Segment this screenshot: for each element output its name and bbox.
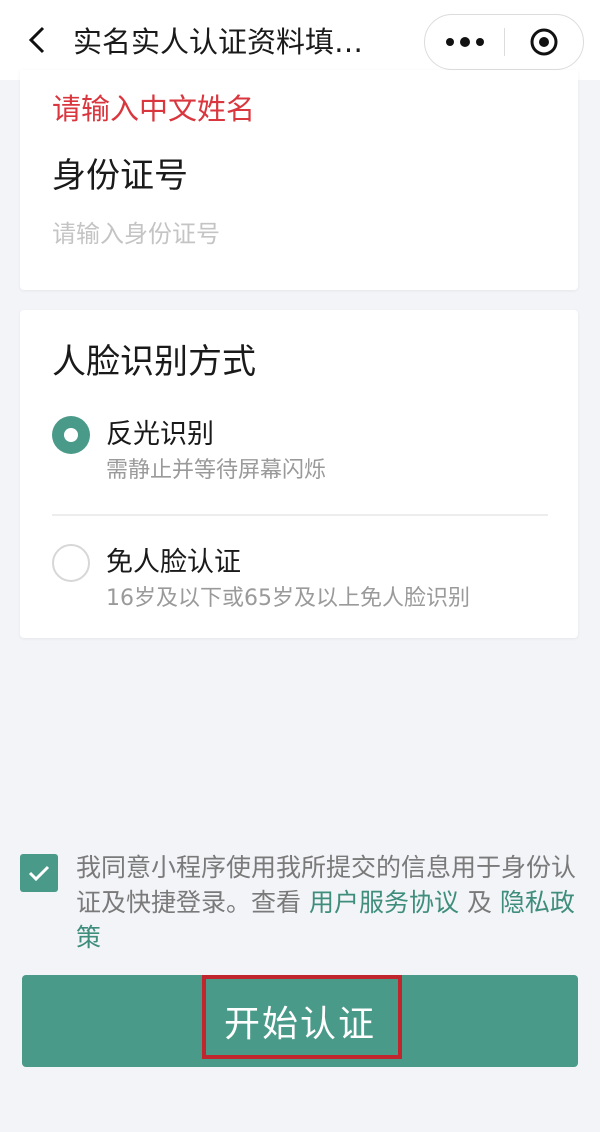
page: 实名实人认证资料填… 请输入中文姓名 身份证号 人脸识别方式 反 bbox=[0, 0, 600, 1132]
radio-selected[interactable] bbox=[52, 416, 90, 454]
more-button[interactable] bbox=[425, 15, 504, 69]
option-title: 免人脸认证 bbox=[106, 547, 241, 578]
option-desc: 16岁及以下或65岁及以上免人脸识别 bbox=[106, 586, 470, 611]
chevron-left-icon bbox=[28, 26, 45, 54]
mini-program-capsule bbox=[424, 14, 584, 70]
face-method-title: 人脸识别方式 bbox=[52, 342, 256, 382]
nav-bar: 实名实人认证资料填… bbox=[0, 0, 600, 80]
radio-unselected[interactable] bbox=[52, 544, 90, 582]
check-icon bbox=[28, 865, 50, 882]
start-verification-label: 开始认证 bbox=[223, 1004, 376, 1045]
more-dots-icon bbox=[475, 38, 484, 46]
id-number-label: 身份证号 bbox=[52, 156, 188, 196]
agreement-checkbox[interactable] bbox=[20, 854, 58, 892]
more-dots-icon bbox=[445, 38, 454, 46]
agreement-text: 我同意小程序使用我所提交的信息用于身份认证及快捷登录。查看 用户服务协议 及 隐… bbox=[76, 850, 576, 955]
target-close-icon bbox=[530, 28, 558, 56]
name-error-text: 请输入中文姓名 bbox=[52, 92, 256, 126]
option-divider bbox=[52, 514, 548, 516]
face-method-card: 人脸识别方式 反光识别 需静止并等待屏幕闪烁 免人脸认证 16岁及以下或65岁及… bbox=[20, 310, 578, 638]
option-title: 反光识别 bbox=[106, 419, 214, 450]
option-face-exempt[interactable]: 免人脸认证 16岁及以下或65岁及以上免人脸识别 bbox=[50, 532, 550, 622]
back-button[interactable] bbox=[20, 22, 54, 58]
option-reflective-recognition[interactable]: 反光识别 需静止并等待屏幕闪烁 bbox=[50, 404, 550, 494]
option-desc: 需静止并等待屏幕闪烁 bbox=[106, 458, 327, 483]
terms-link[interactable]: 用户服务协议 bbox=[309, 888, 459, 917]
start-verification-button[interactable]: 开始认证 bbox=[22, 975, 578, 1067]
agreement-and: 及 bbox=[466, 888, 492, 917]
agreement-row: 我同意小程序使用我所提交的信息用于身份认证及快捷登录。查看 用户服务协议 及 隐… bbox=[20, 850, 580, 960]
close-button[interactable] bbox=[505, 15, 583, 69]
page-title: 实名实人认证资料填… bbox=[73, 25, 364, 59]
more-dots-icon bbox=[459, 37, 470, 47]
id-number-input[interactable] bbox=[52, 212, 542, 256]
identity-card: 请输入中文姓名 身份证号 bbox=[20, 70, 578, 290]
